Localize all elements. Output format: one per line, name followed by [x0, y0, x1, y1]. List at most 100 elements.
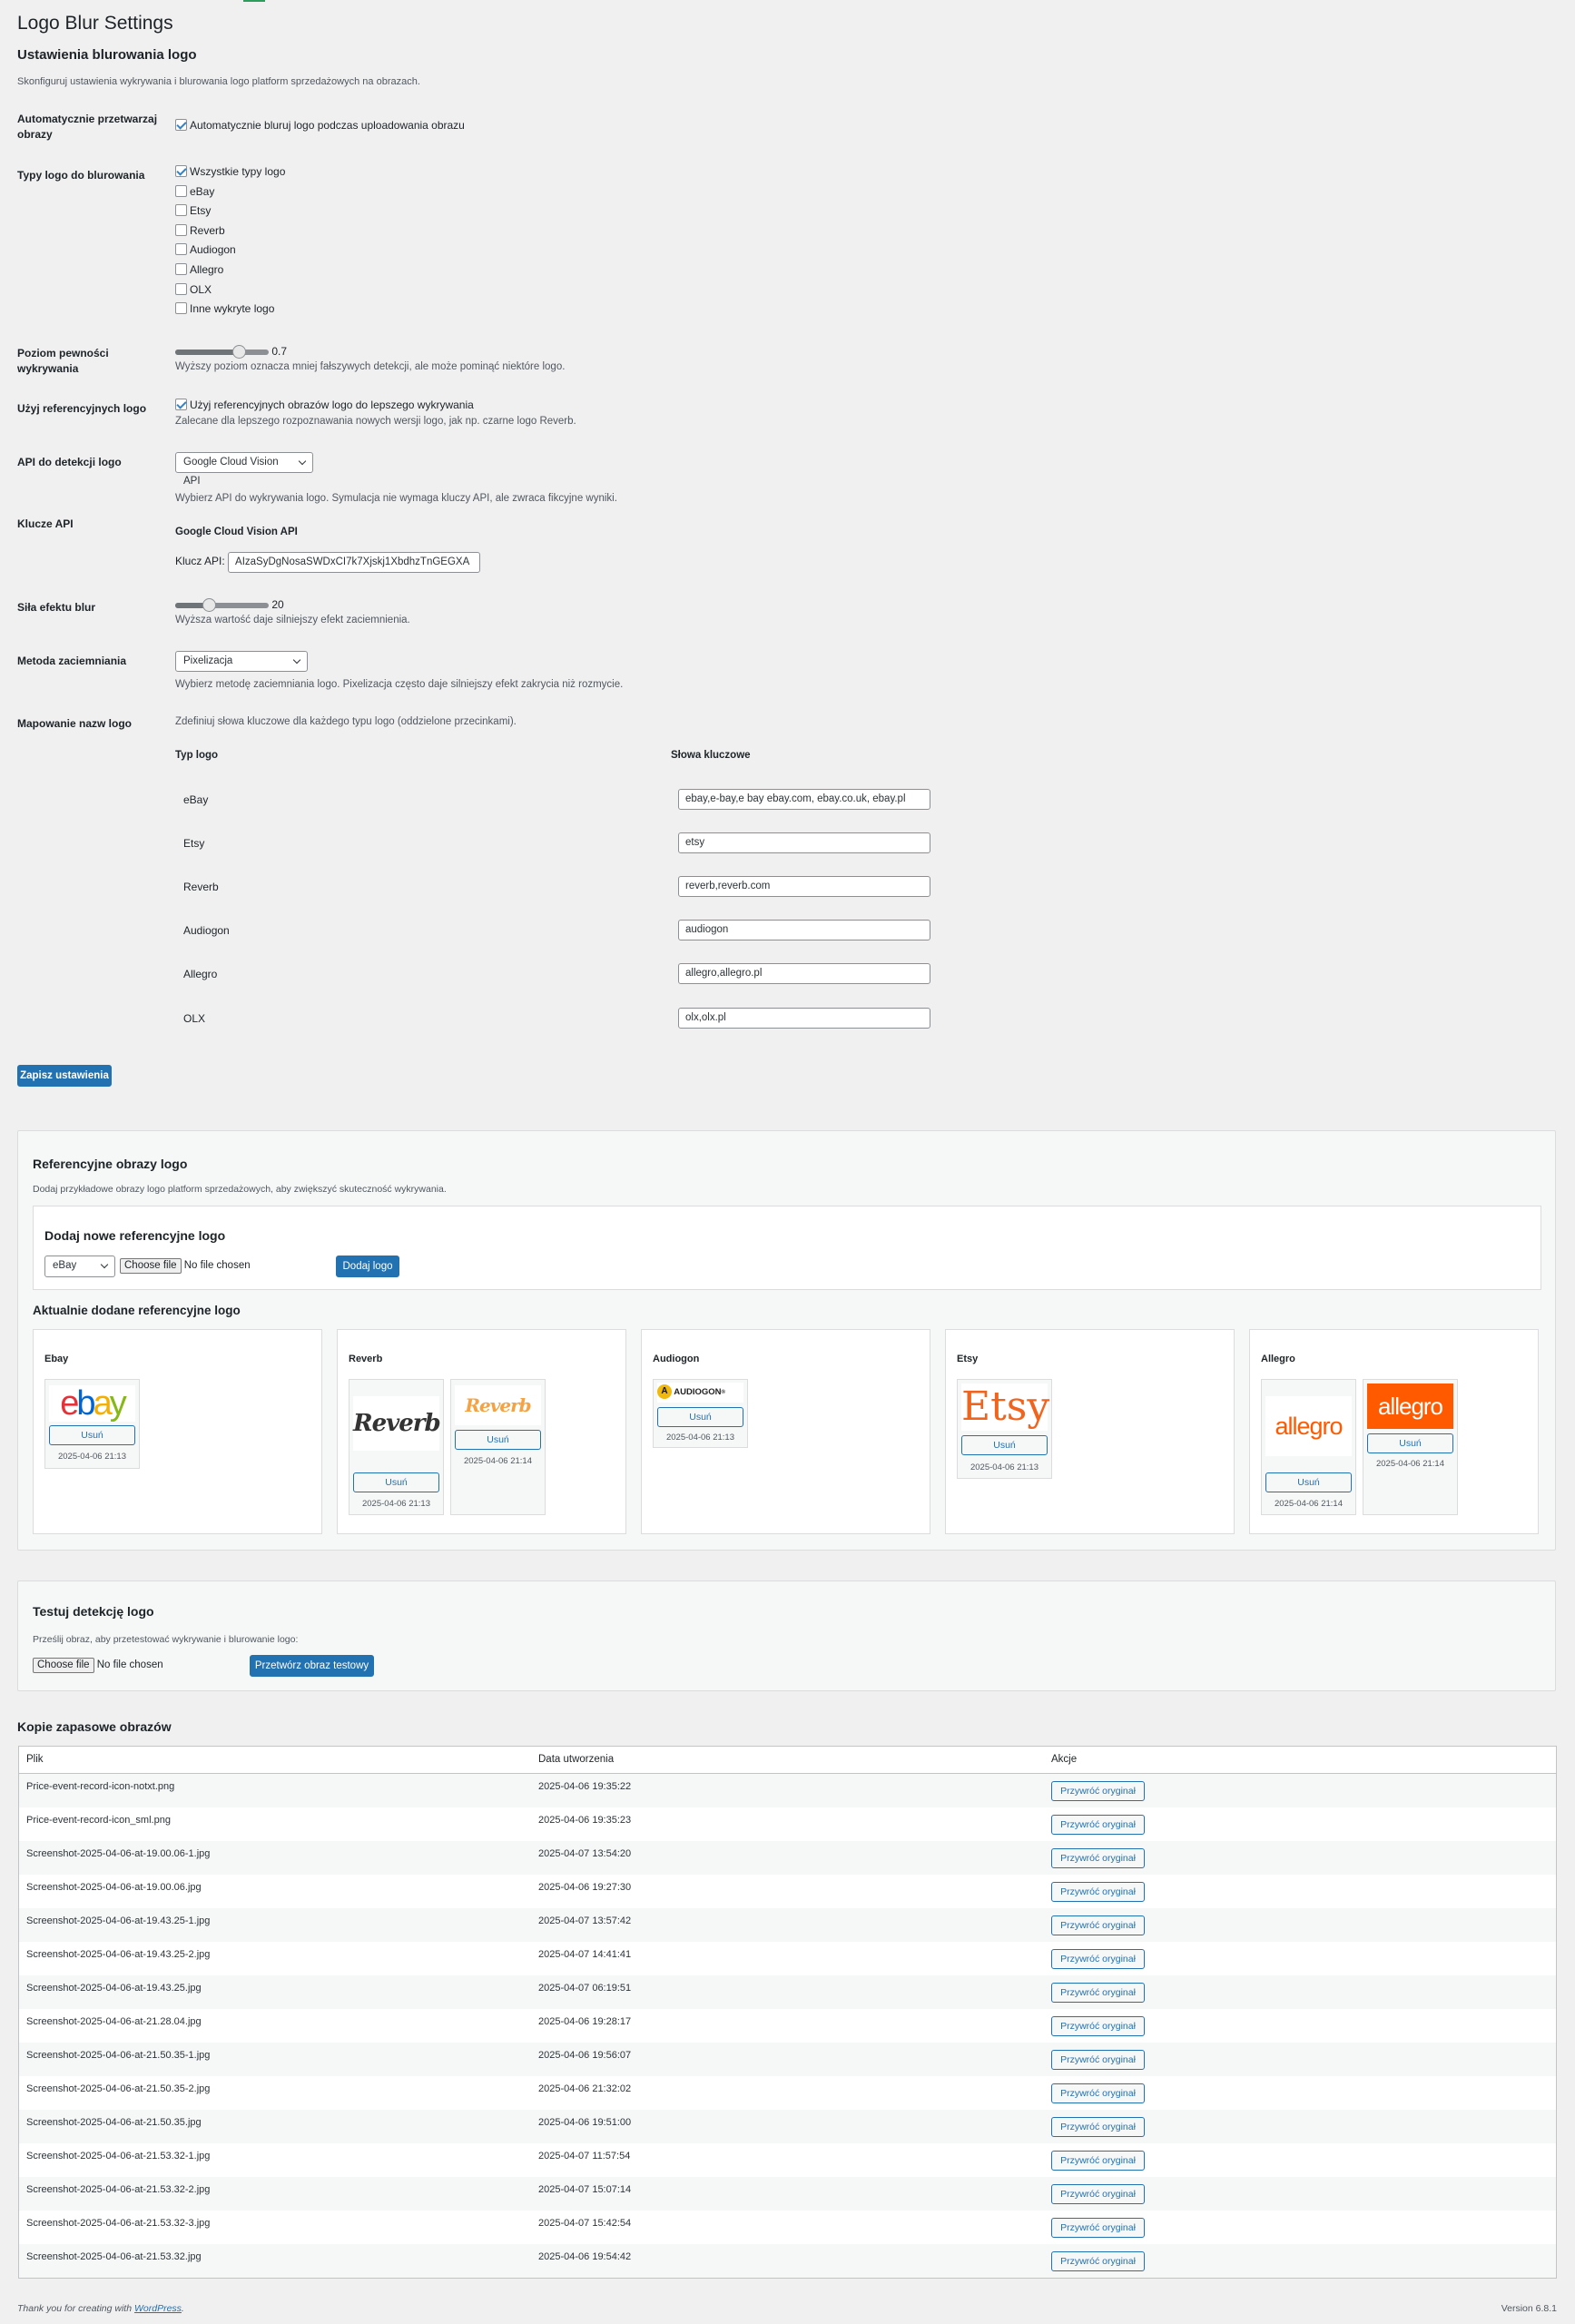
- add-logo-button[interactable]: Dodaj logo: [336, 1256, 399, 1277]
- mapping-keywords-input[interactable]: reverb,reverb.com: [678, 876, 930, 897]
- restore-original-button[interactable]: Przywróć oryginał: [1051, 1815, 1145, 1835]
- blur-strength-slider-handle[interactable]: [202, 597, 216, 612]
- restore-original-button[interactable]: Przywróć oryginał: [1051, 1949, 1145, 1969]
- logo-type-item[interactable]: Allegro: [175, 261, 285, 281]
- backup-date: 2025-04-06 19:51:00: [538, 2117, 632, 2128]
- confidence-value: 0.7: [271, 345, 288, 358]
- logo-type-item[interactable]: Inne wykryte logo: [175, 300, 285, 320]
- api-key-input[interactable]: AIzaSyDgNosaSWDxCI7k7Xjskj1XbdhzTnGEGXA: [228, 552, 481, 573]
- logo-type-item[interactable]: Reverb: [175, 222, 285, 241]
- reference-card-etsy: Etsy Etsy Usuń 2025-04-06 21:13: [945, 1329, 1235, 1534]
- logo-type-item[interactable]: Etsy: [175, 202, 285, 222]
- table-header: Plik Data utworzenia Akcje: [19, 1747, 1556, 1774]
- backup-file-name: Price-event-record-icon_sml.png: [26, 1815, 171, 1826]
- remove-logo-button[interactable]: Usuń: [961, 1435, 1048, 1455]
- table-body: Price-event-record-icon-notxt.png 2025-04…: [19, 1774, 1556, 2278]
- backup-file-name: Screenshot-2025-04-06-at-21.50.35-1.jpg: [26, 2050, 211, 2061]
- method-description: Wybierz metodę zaciemniania logo. Pixeli…: [175, 679, 624, 690]
- restore-original-button[interactable]: Przywróć oryginał: [1051, 1882, 1145, 1902]
- api-key-field: Klucz API: AIzaSyDgNosaSWDxCI7k7Xjskj1Xb…: [175, 552, 481, 573]
- restore-original-button[interactable]: Przywróć oryginał: [1051, 2151, 1145, 2171]
- blur-strength-slider[interactable]: [175, 597, 269, 612]
- restore-original-button[interactable]: Przywróć oryginał: [1051, 1848, 1145, 1868]
- mapping-keywords-input[interactable]: olx,olx.pl: [678, 1008, 930, 1029]
- choose-file-button[interactable]: Choose file: [120, 1258, 182, 1274]
- logo-type-item[interactable]: OLX: [175, 281, 285, 300]
- reference-logo-thumb: allegro Usuń 2025-04-06 21:14: [1261, 1379, 1356, 1515]
- remove-logo-button[interactable]: Usuń: [455, 1430, 541, 1450]
- logo-type-checkbox-all[interactable]: [175, 165, 187, 177]
- logo-types-label: Typy logo do blurowania: [17, 169, 145, 182]
- confidence-slider[interactable]: [175, 344, 269, 359]
- reference-logos-panel: Referencyjne obrazy logo Dodaj przykłado…: [17, 1130, 1556, 1551]
- test-choose-file-button[interactable]: Choose file: [33, 1658, 94, 1673]
- backup-file-name: Screenshot-2025-04-06-at-21.53.32-3.jpg: [26, 2218, 211, 2229]
- method-select[interactable]: Pixelizacja: [175, 651, 308, 672]
- logo-type-checkbox-allegro[interactable]: [175, 262, 187, 275]
- logo-type-item[interactable]: eBay: [175, 182, 285, 202]
- remove-logo-button[interactable]: Usuń: [49, 1425, 135, 1445]
- restore-original-button[interactable]: Przywróć oryginał: [1051, 2184, 1145, 2204]
- reverb-orange-logo-image: Reverb: [455, 1385, 541, 1425]
- logo-type-item[interactable]: Wszystkie typy logo: [175, 162, 285, 182]
- restore-original-button[interactable]: Przywróć oryginał: [1051, 2083, 1145, 2103]
- reference-logo-thumb: Etsy Usuń 2025-04-06 21:13: [957, 1379, 1052, 1479]
- restore-original-button[interactable]: Przywróć oryginał: [1051, 2050, 1145, 2070]
- backup-file-name: Screenshot-2025-04-06-at-19.00.06-1.jpg: [26, 1848, 211, 1859]
- remove-logo-button[interactable]: Usuń: [1265, 1472, 1352, 1492]
- remove-logo-button[interactable]: Usuń: [657, 1407, 743, 1427]
- method-field: Pixelizacja Wybierz metodę zaciemniania …: [175, 651, 623, 690]
- logo-type-label: eBay: [190, 184, 215, 198]
- backup-date: 2025-04-06 19:28:17: [538, 2016, 632, 2027]
- logo-type-checkbox-other[interactable]: [175, 302, 187, 315]
- auto-process-checkbox[interactable]: [175, 119, 187, 131]
- restore-original-button[interactable]: Przywróć oryginał: [1051, 1983, 1145, 2003]
- remove-logo-button[interactable]: Usuń: [353, 1472, 439, 1492]
- logo-type-checkbox-etsy[interactable]: [175, 204, 187, 217]
- table-row: Screenshot-2025-04-06-at-21.50.35.jpg 202…: [19, 2110, 1556, 2143]
- platform-select[interactable]: eBay: [44, 1256, 115, 1277]
- restore-original-button[interactable]: Przywróć oryginał: [1051, 2218, 1145, 2238]
- logo-type-checkbox-olx[interactable]: [175, 282, 187, 295]
- logo-type-checkbox-ebay[interactable]: [175, 184, 187, 197]
- api-select[interactable]: Google Cloud Vision API: [175, 452, 313, 487]
- test-file-picker: Choose file No file chosen: [33, 1658, 163, 1673]
- process-test-image-button[interactable]: Przetwórz obraz testowy: [250, 1655, 374, 1677]
- admin-bar-indicator: [243, 0, 265, 2]
- method-label: Metoda zaciemniania: [17, 655, 127, 667]
- mapping-col-type: Typ logo: [175, 750, 219, 761]
- logo-date: 2025-04-06 21:13: [57, 1452, 126, 1462]
- restore-original-button[interactable]: Przywróć oryginał: [1051, 2016, 1145, 2036]
- test-panel-description: Prześlij obraz, aby przetestować wykrywa…: [33, 1634, 299, 1645]
- table-row: Price-event-record-icon-notxt.png 2025-04…: [19, 1774, 1556, 1807]
- restore-original-button[interactable]: Przywróć oryginał: [1051, 1915, 1145, 1935]
- logo-type-item[interactable]: Audiogon: [175, 241, 285, 261]
- reference-card-title: Reverb: [349, 1354, 383, 1364]
- backups-table: Plik Data utworzenia Akcje Price-event-r…: [18, 1746, 1557, 2279]
- confidence-label: Poziom pewności wykrywania: [17, 347, 109, 375]
- mapping-keywords-input[interactable]: etsy: [678, 832, 930, 853]
- logo-type-checkbox-audiogon[interactable]: [175, 243, 187, 256]
- logo-type-label: Audiogon: [190, 243, 236, 257]
- table-row: Screenshot-2025-04-06-at-21.53.32-1.jpg 2…: [19, 2143, 1556, 2177]
- api-key-label: Klucz API:: [175, 555, 225, 567]
- allegro-orange-text-logo-image: allegro: [1265, 1396, 1352, 1456]
- restore-original-button[interactable]: Przywróć oryginał: [1051, 2251, 1145, 2271]
- mapping-keywords-input[interactable]: audiogon: [678, 920, 930, 940]
- mapping-keywords-input[interactable]: allegro,allegro.pl: [678, 963, 930, 984]
- table-row: Screenshot-2025-04-06-at-21.53.32.jpg 202…: [19, 2244, 1556, 2278]
- remove-logo-button[interactable]: Usuń: [1367, 1433, 1453, 1453]
- logo-date: 2025-04-06 21:13: [970, 1462, 1039, 1472]
- restore-original-button[interactable]: Przywróć oryginał: [1051, 2117, 1145, 2137]
- save-settings-button[interactable]: Zapisz ustawienia: [17, 1065, 112, 1087]
- wordpress-link[interactable]: WordPress: [134, 2303, 182, 2314]
- reference-logo-thumb: A AUDIOGON® Usuń 2025-04-06 21:13: [653, 1379, 748, 1448]
- logo-type-checkbox-reverb[interactable]: [175, 223, 187, 236]
- backup-file-name: Screenshot-2025-04-06-at-19.43.25-1.jpg: [26, 1915, 211, 1926]
- reference-card-title: Allegro: [1261, 1354, 1295, 1364]
- confidence-slider-handle[interactable]: [232, 344, 246, 359]
- reference-card-audiogon: Audiogon A AUDIOGON® Usuń 2025-04-06 21:…: [641, 1329, 930, 1534]
- reference-checkbox[interactable]: [175, 399, 187, 410]
- mapping-keywords-input[interactable]: ebay,e-bay,e bay ebay.com, ebay.co.uk, e…: [678, 789, 930, 810]
- restore-original-button[interactable]: Przywróć oryginał: [1051, 1781, 1145, 1801]
